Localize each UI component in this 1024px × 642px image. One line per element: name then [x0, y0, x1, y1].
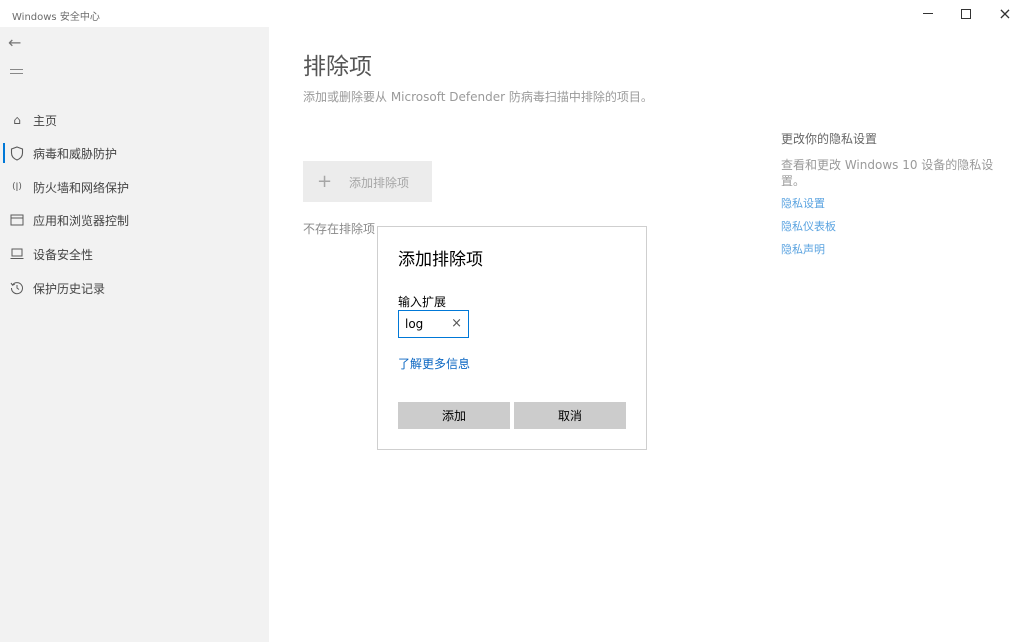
sidebar-item-label: 设备安全性	[33, 247, 94, 262]
close-icon: ×	[998, 4, 1012, 23]
sidebar-item-label: 防火墙和网络保护	[33, 180, 130, 195]
privacy-panel: 更改你的隐私设置 查看和更改 Windows 10 设备的隐私设置。 隐私设置 …	[781, 130, 1001, 264]
add-button[interactable]: 添加	[398, 402, 510, 429]
back-arrow-icon: ←	[8, 33, 22, 52]
app-title: Windows 安全中心	[12, 12, 100, 23]
sidebar-item-firewall[interactable]: (ǀ) 防火墙和网络保护	[0, 172, 269, 202]
sidebar-item-label: 保护历史记录	[33, 281, 106, 296]
hamburger-icon	[10, 69, 23, 70]
hamburger-menu-button[interactable]	[10, 69, 24, 83]
privacy-dashboard-link[interactable]: 隐私仪表板	[781, 218, 1001, 234]
privacy-settings-link[interactable]: 隐私设置	[781, 195, 1001, 211]
dialog-title: 添加排除项	[398, 250, 483, 270]
laptop-icon	[9, 246, 25, 262]
cancel-button[interactable]: 取消	[514, 402, 626, 429]
page-subtitle: 添加或删除要从 Microsoft Defender 防病毒扫描中排除的项目。	[303, 90, 653, 104]
close-button[interactable]: ×	[985, 0, 1024, 27]
privacy-heading: 更改你的隐私设置	[781, 132, 878, 146]
back-button[interactable]: ←	[8, 33, 26, 53]
shield-icon	[9, 145, 25, 161]
history-icon	[9, 280, 25, 296]
sidebar-item-app-browser[interactable]: 应用和浏览器控制	[0, 205, 269, 235]
sidebar: ← ⌂ 主页 病毒和威胁防护 (ǀ) 防火墙和网络保护 应用和浏览器控制 设备安…	[0, 27, 269, 642]
maximize-icon	[961, 8, 971, 19]
extension-input-box: ×	[398, 310, 469, 338]
minimize-button[interactable]	[908, 0, 948, 27]
app-window-icon	[9, 212, 25, 228]
maximize-button[interactable]	[946, 0, 986, 27]
plus-icon: +	[317, 171, 333, 192]
learn-more-link[interactable]: 了解更多信息	[398, 355, 470, 372]
clear-input-icon[interactable]: ×	[451, 316, 462, 332]
wifi-signal-icon: (ǀ)	[12, 182, 22, 192]
add-exclusion-button[interactable]: + 添加排除项	[303, 161, 432, 202]
privacy-description: 查看和更改 Windows 10 设备的隐私设置。	[781, 158, 994, 188]
title-bar: Windows 安全中心 ×	[0, 0, 1024, 27]
home-icon: ⌂	[13, 113, 21, 127]
add-exclusion-dialog: 添加排除项 输入扩展 × 了解更多信息 添加 取消	[377, 226, 647, 450]
sidebar-item-label: 应用和浏览器控制	[33, 213, 130, 228]
sidebar-item-device-security[interactable]: 设备安全性	[0, 239, 269, 269]
sidebar-item-label: 主页	[33, 113, 58, 128]
add-exclusion-label: 添加排除项	[349, 176, 410, 190]
empty-state-text: 不存在排除项	[303, 222, 376, 236]
sidebar-item-virus-protection[interactable]: 病毒和威胁防护	[0, 138, 269, 168]
sidebar-item-history[interactable]: 保护历史记录	[0, 273, 269, 303]
extension-input[interactable]	[405, 316, 445, 332]
extension-field-label: 输入扩展	[398, 295, 447, 309]
page-title: 排除项	[303, 54, 372, 80]
sidebar-item-label: 病毒和威胁防护	[33, 146, 118, 161]
privacy-statement-link[interactable]: 隐私声明	[781, 241, 1001, 257]
sidebar-item-home[interactable]: ⌂ 主页	[0, 105, 269, 135]
minimize-icon	[923, 13, 933, 14]
